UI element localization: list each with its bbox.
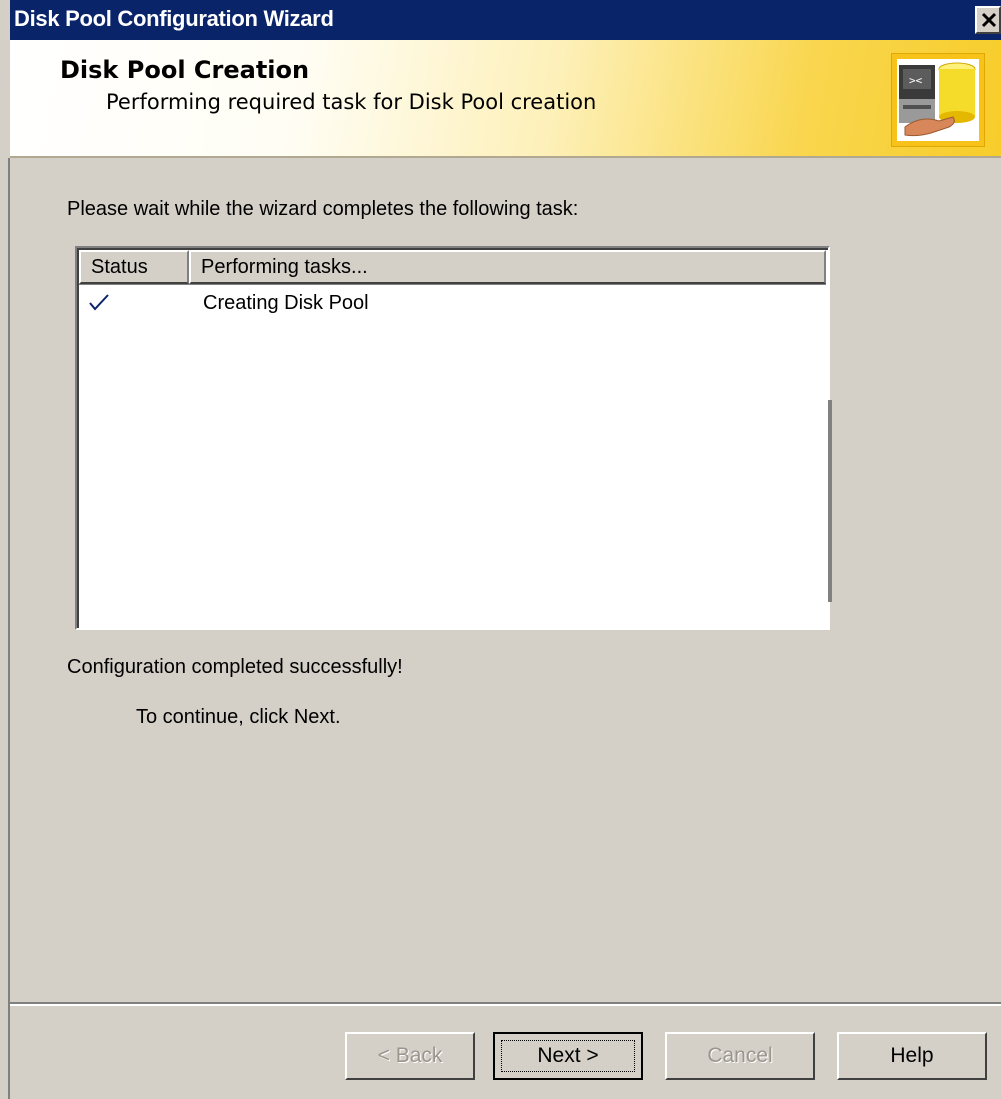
- column-header-status[interactable]: Status: [79, 250, 189, 284]
- button-separator: [10, 1002, 1001, 1006]
- task-list-frame: Status Performing tasks... Creating Disk…: [77, 248, 828, 628]
- close-button[interactable]: [975, 6, 1001, 34]
- task-list-header: Status Performing tasks...: [79, 250, 826, 285]
- task-name: Creating Disk Pool: [203, 292, 369, 314]
- wizard-header: Disk Pool Creation Performing required t…: [10, 40, 1001, 158]
- svg-text:><: ><: [909, 74, 923, 87]
- window-title: Disk Pool Configuration Wizard: [14, 6, 334, 31]
- column-header-tasks[interactable]: Performing tasks...: [189, 250, 826, 284]
- disk-pool-wizard-icon: ><: [891, 53, 985, 147]
- result-message: Configuration completed successfully!: [67, 656, 403, 678]
- intro-text: Please wait while the wizard completes t…: [67, 198, 579, 220]
- title-bar[interactable]: Disk Pool Configuration Wizard: [10, 0, 1001, 40]
- list-right-edge: [828, 400, 832, 602]
- next-button-label: Next >: [537, 1044, 599, 1067]
- back-button[interactable]: < Back: [345, 1032, 475, 1080]
- close-icon: [981, 12, 997, 28]
- left-border: [8, 158, 10, 1099]
- next-button[interactable]: Next >: [493, 1032, 643, 1080]
- continue-instruction: To continue, click Next.: [136, 706, 341, 728]
- help-button[interactable]: Help: [837, 1032, 987, 1080]
- task-list[interactable]: Status Performing tasks... Creating Disk…: [75, 246, 830, 630]
- checkmark-icon: [89, 294, 109, 311]
- page-title: Disk Pool Creation: [60, 56, 310, 84]
- task-row[interactable]: Creating Disk Pool: [79, 288, 826, 318]
- page-subtitle: Performing required task for Disk Pool c…: [106, 90, 597, 114]
- cancel-button[interactable]: Cancel: [665, 1032, 815, 1080]
- wizard-window: Disk Pool Configuration Wizard Disk Pool…: [0, 0, 1001, 1099]
